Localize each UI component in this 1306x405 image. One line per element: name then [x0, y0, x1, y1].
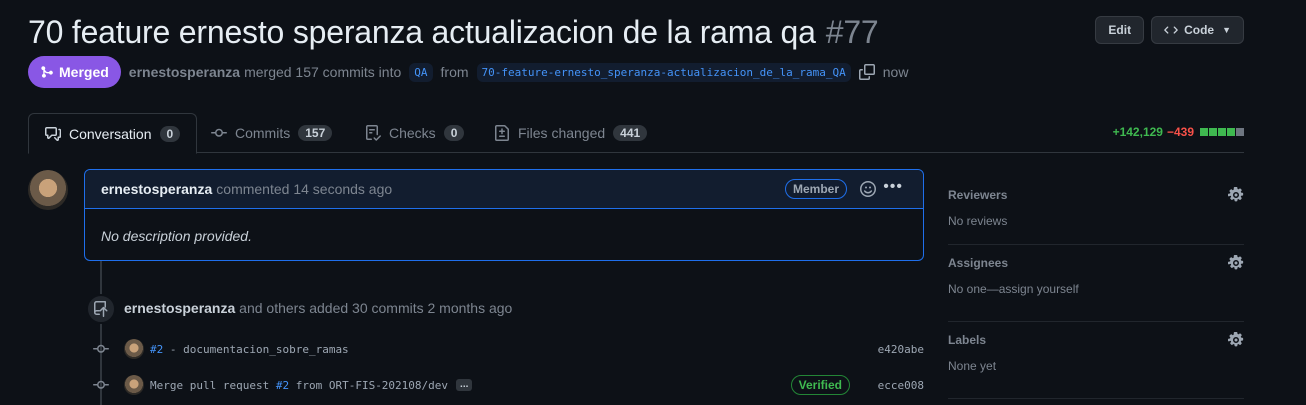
status-badge: Merged — [28, 56, 121, 88]
sidebar-assignees-value[interactable]: No one—assign yourself — [948, 282, 1244, 296]
commit-message: Merge pull request #2 from ORT-FIS-20210… — [150, 379, 448, 392]
sidebar-reviewers-title[interactable]: Reviewers — [948, 188, 1244, 202]
merged-time: now — [882, 64, 909, 80]
tab-files-changed-label: Files changed — [518, 125, 606, 141]
pr-tabs: Conversation 0 Commits 157 Checks 0 File… — [28, 113, 1244, 154]
pr-title-text: 70 feature ernesto speranza actualizacio… — [28, 13, 816, 50]
tab-conversation-count: 0 — [159, 125, 181, 142]
commit-message-text[interactable]: from ORT-FIS-202108/dev — [296, 379, 448, 392]
diffstat-additions: +142,129 — [1112, 125, 1163, 139]
comment-action: commented 14 seconds ago — [216, 181, 393, 197]
git-merge-icon — [41, 66, 53, 78]
git-commit-icon — [211, 128, 227, 137]
copy-icon[interactable] — [858, 64, 875, 80]
code-button[interactable]: Code ▼ — [1151, 16, 1244, 44]
head-branch[interactable]: 70-feature-ernesto_speranza-actualizacio… — [476, 62, 851, 82]
pr-meta: Merged ernestosperanza merged 157 commit… — [28, 56, 908, 88]
code-button-label: Code — [1184, 23, 1215, 37]
comment-discussion-icon — [45, 126, 61, 141]
smiley-icon[interactable] — [860, 181, 876, 197]
repo-push-icon — [86, 294, 116, 324]
diffstat: +142,129 −439 — [1113, 125, 1244, 139]
git-commit-icon — [92, 340, 110, 358]
tab-files-changed-count: 441 — [613, 125, 648, 141]
checklist-icon — [366, 125, 381, 141]
tab-commits-count: 157 — [298, 125, 333, 141]
gear-icon[interactable] — [1228, 255, 1244, 271]
gear-icon[interactable] — [1228, 187, 1244, 203]
git-commit-icon — [92, 376, 110, 394]
pr-title: 70 feature ernesto speranza actualizacio… — [28, 14, 879, 51]
comment-box: ernestosperanza commented 14 seconds ago… — [84, 169, 924, 261]
diffstat-block — [1209, 128, 1217, 136]
diffstat-block — [1200, 128, 1208, 136]
verified-badge[interactable]: Verified — [790, 375, 850, 395]
edit-button-label: Edit — [1108, 23, 1132, 37]
file-diff-icon — [495, 125, 509, 141]
sidebar-reviewers-value: No reviews — [948, 214, 1008, 228]
tab-checks-count: 0 — [443, 125, 465, 141]
comment-body: No description provided. — [101, 228, 252, 244]
avatar[interactable] — [28, 170, 68, 210]
sidebar-assignees-title[interactable]: Assignees — [948, 256, 1244, 270]
tab-commits[interactable]: Commits 157 — [195, 113, 348, 153]
avatar[interactable] — [124, 375, 144, 395]
comment-author[interactable]: ernestosperanza — [101, 181, 212, 197]
gear-icon[interactable] — [1228, 332, 1244, 348]
event-description: and others added 30 commits 2 months ago — [239, 300, 513, 316]
commit-message-text[interactable]: - documentacion_sobre_ramas — [170, 343, 349, 356]
pr-number: #77 — [825, 13, 879, 50]
sidebar-reviewers: Reviewers No reviews — [948, 177, 1244, 245]
pr-title-row: 70 feature ernesto speranza actualizacio… — [28, 10, 879, 54]
sidebar-labels-title[interactable]: Labels — [948, 333, 1244, 347]
diffstat-block — [1236, 128, 1244, 136]
kebab-horizontal-icon[interactable]: ••• — [883, 178, 903, 196]
sidebar-labels: Labels None yet — [948, 322, 1244, 399]
commit-sha[interactable]: e420abe — [878, 343, 924, 356]
avatar[interactable] — [124, 339, 144, 359]
comment-header: ernestosperanza commented 14 seconds ago… — [85, 170, 923, 209]
tab-conversation[interactable]: Conversation 0 — [28, 113, 198, 154]
edit-button[interactable]: Edit — [1095, 16, 1145, 44]
event-author[interactable]: ernestosperanza — [124, 300, 235, 316]
header-actions: Edit Code ▼ — [1095, 16, 1244, 44]
diffstat-block — [1218, 128, 1226, 136]
issue-link[interactable]: #2 — [276, 379, 289, 392]
expand-message-button[interactable]: ... — [456, 379, 473, 391]
member-badge: Member — [784, 179, 847, 199]
tab-checks-label: Checks — [389, 125, 436, 141]
tab-commits-label: Commits — [235, 125, 291, 141]
commits-event: ernestosperanza and others added 30 comm… — [124, 300, 512, 316]
diffstat-deletions: −439 — [1166, 125, 1194, 139]
merged-text: merged 157 commits into — [244, 64, 402, 80]
issue-link[interactable]: #2 — [150, 343, 163, 356]
tab-conversation-label: Conversation — [69, 125, 152, 142]
author-link[interactable]: ernestosperanza — [129, 64, 240, 80]
commit-message: #2 - documentacion_sobre_ramas — [150, 343, 349, 356]
diffstat-blocks — [1200, 128, 1244, 136]
base-branch[interactable]: QA — [409, 62, 433, 82]
tab-files-changed[interactable]: Files changed 441 — [478, 113, 663, 153]
diffstat-block — [1227, 128, 1235, 136]
sidebar: Reviewers No reviews Assignees No one—as… — [948, 177, 1244, 399]
tab-checks[interactable]: Checks 0 — [349, 113, 480, 153]
triangle-down-icon: ▼ — [1222, 25, 1231, 35]
commit-message-prefix[interactable]: Merge pull request — [150, 379, 276, 392]
code-icon — [1164, 26, 1178, 34]
commit-row: Merge pull request #2 from ORT-FIS-20210… — [92, 374, 924, 396]
sidebar-assignees: Assignees No one—assign yourself — [948, 245, 1244, 322]
sidebar-labels-value: None yet — [948, 359, 997, 373]
from-text: from — [440, 64, 469, 80]
commit-sha[interactable]: ecce008 — [878, 379, 924, 392]
status-label: Merged — [59, 64, 109, 80]
commit-row: #2 - documentacion_sobre_ramas e420abe — [92, 338, 924, 360]
